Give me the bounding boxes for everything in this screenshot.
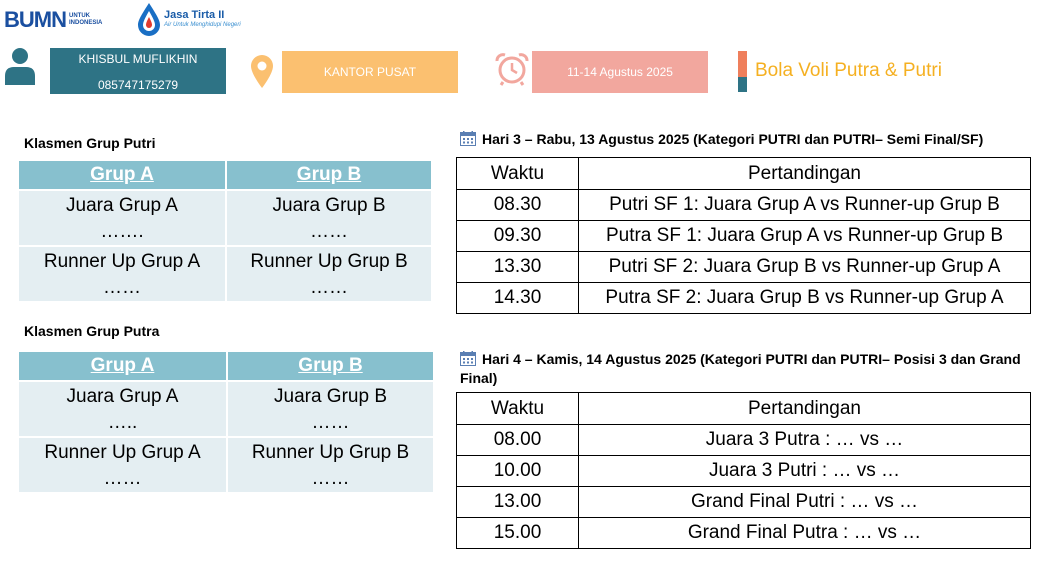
cell-label: Runner Up Grup A: [44, 442, 201, 463]
match-description: Putri SF 2: Juara Grup B vs Runner-up Gr…: [578, 251, 1031, 283]
match-time: 13.00: [456, 486, 579, 518]
match-header: Pertandingan: [578, 157, 1031, 190]
participant-name-box: KHISBUL MUFLIKHIN 085747175279: [50, 48, 226, 94]
standings-cell: Juara Grup A …….: [17, 189, 227, 247]
match-time: 08.30: [456, 189, 579, 221]
standings-header-row: Grup A Grup B: [17, 159, 433, 191]
match-time: 10.00: [456, 455, 579, 487]
water-drop-icon: [138, 3, 160, 36]
bumn-sub-line-2: INDONESIA: [69, 20, 103, 26]
match-time: 09.30: [456, 220, 579, 252]
office-label: KANTOR PUSAT: [323, 65, 417, 79]
cell-placeholder: ……: [103, 468, 142, 489]
day-3-title: Hari 3 – Rabu, 13 Agustus 2025 (Kategori…: [460, 130, 1050, 149]
schedule-row: 13.30 Putri SF 2: Juara Grup B vs Runner-…: [456, 251, 1031, 283]
cell-label: Juara Grup B: [274, 386, 387, 407]
calendar-icon: [460, 131, 476, 146]
cell-label: Juara Grup A: [66, 386, 179, 407]
match-description: Grand Final Putri : … vs …: [578, 486, 1031, 518]
bumn-logo: BUMN UNTUK INDONESIA: [4, 6, 102, 34]
schedule-header-row: Waktu Pertandingan: [456, 157, 1031, 190]
day-4-title-text: Hari 4 – Kamis, 14 Agustus 2025 (Kategor…: [460, 351, 1021, 386]
standings-putra-title: Klasmen Grup Putra: [24, 323, 160, 339]
calendar-icon: [460, 351, 476, 366]
jasa-tirta-title: Jasa Tirta II: [164, 9, 225, 21]
group-b-header: Grup B: [225, 159, 433, 191]
accent-stripe-top: [738, 51, 747, 77]
match-description: Juara 3 Putri : … vs …: [578, 455, 1031, 487]
cell-label: Runner Up Grup B: [251, 442, 410, 463]
office-box: KANTOR PUSAT: [282, 51, 458, 93]
cell-label: Juara Grup B: [272, 195, 386, 216]
standings-row: Runner Up Grup A …… Runner Up Grup B ……: [17, 245, 433, 303]
schedule-header-row: Waktu Pertandingan: [456, 392, 1031, 425]
standings-putri-table: Grup A Grup B Juara Grup A ……. Juara Grup…: [17, 159, 433, 303]
match-description: Putri SF 1: Juara Grup A vs Runner-up Gr…: [578, 189, 1031, 221]
location-pin-icon: [251, 55, 273, 88]
cell-label: Juara Grup A: [66, 195, 178, 216]
match-description: Putra SF 1: Juara Grup A vs Runner-up Gr…: [578, 220, 1031, 252]
schedule-row: 13.00 Grand Final Putri : … vs …: [456, 486, 1031, 518]
person-icon: [5, 48, 35, 85]
group-a-header: Grup A: [17, 159, 227, 191]
group-b-header: Grup B: [226, 350, 435, 382]
alarm-clock-icon: [495, 53, 529, 86]
schedule-row: 10.00 Juara 3 Putri : … vs …: [456, 455, 1031, 487]
standings-putri-title: Klasmen Grup Putri: [24, 135, 156, 151]
bumn-logo-text: BUMN: [4, 7, 67, 32]
schedule-row: 15.00 Grand Final Putra : … vs …: [456, 517, 1031, 549]
jasa-tirta-logo: Jasa Tirta II Air Untuk Menghidupi Neger…: [136, 2, 241, 36]
event-dates-box: 11-14 Agustus 2025: [532, 51, 708, 93]
day-3-schedule-table: Waktu Pertandingan 08.30 Putri SF 1: Juar…: [456, 157, 1031, 314]
group-a-header: Grup A: [17, 350, 228, 382]
participant-name: KHISBUL MUFLIKHIN: [78, 52, 198, 66]
standings-putra-table: Grup A Grup B Juara Grup A ….. Juara Grup…: [17, 350, 435, 494]
cell-placeholder: …….: [100, 221, 144, 242]
cell-placeholder: ……: [103, 277, 141, 298]
cell-placeholder: ……: [310, 277, 348, 298]
match-time: 13.30: [456, 251, 579, 283]
standings-row: Juara Grup A ……. Juara Grup B ……: [17, 189, 433, 247]
standings-cell: Juara Grup B ……: [226, 380, 435, 438]
bumn-sub-line-1: UNTUK: [69, 13, 90, 19]
match-time: 15.00: [456, 517, 579, 549]
standings-cell: Runner Up Grup B ……: [226, 436, 435, 494]
time-header: Waktu: [456, 392, 579, 425]
sport-title: Bola Voli Putra & Putri: [755, 60, 942, 81]
match-description: Grand Final Putra : … vs …: [578, 517, 1031, 549]
accent-stripe-bottom: [738, 77, 747, 92]
cell-label: Runner Up Grup B: [250, 251, 408, 272]
cell-placeholder: ……: [310, 221, 348, 242]
day-4-schedule-table: Waktu Pertandingan 08.00 Juara 3 Putra : …: [456, 392, 1031, 549]
schedule-row: 09.30 Putra SF 1: Juara Grup A vs Runner-…: [456, 220, 1031, 252]
standings-header-row: Grup A Grup B: [17, 350, 435, 382]
match-description: Juara 3 Putra : … vs …: [578, 424, 1031, 456]
match-time: 14.30: [456, 282, 579, 314]
cell-label: Runner Up Grup A: [43, 251, 201, 272]
standings-cell: Juara Grup B ……: [225, 189, 433, 247]
standings-cell: Runner Up Grup A ……: [17, 436, 228, 494]
time-header: Waktu: [456, 157, 579, 190]
schedule-row: 08.30 Putri SF 1: Juara Grup A vs Runner-…: [456, 189, 1031, 221]
participant-phone: 085747175279: [97, 78, 179, 92]
day-4-title: Hari 4 – Kamis, 14 Agustus 2025 (Kategor…: [460, 350, 1050, 388]
match-header: Pertandingan: [578, 392, 1031, 425]
schedule-row: 14.30 Putra SF 2: Juara Grup B vs Runner-…: [456, 282, 1031, 314]
jasa-tirta-tagline: Air Untuk Menghidupi Negeri: [164, 22, 241, 28]
standings-row: Juara Grup A ….. Juara Grup B ……: [17, 380, 435, 438]
day-3-title-text: Hari 3 – Rabu, 13 Agustus 2025 (Kategori…: [482, 131, 984, 147]
standings-row: Runner Up Grup A …… Runner Up Grup B ……: [17, 436, 435, 494]
standings-cell: Juara Grup A …..: [17, 380, 228, 438]
bumn-logo-subtitle: UNTUK INDONESIA: [69, 13, 102, 27]
cell-placeholder: …..: [107, 412, 138, 433]
schedule-row: 08.00 Juara 3 Putra : … vs …: [456, 424, 1031, 456]
event-dates: 11-14 Agustus 2025: [567, 65, 673, 79]
cell-placeholder: ……: [311, 412, 350, 433]
match-time: 08.00: [456, 424, 579, 456]
cell-placeholder: ……: [311, 468, 350, 489]
standings-cell: Runner Up Grup B ……: [225, 245, 433, 303]
standings-cell: Runner Up Grup A ……: [17, 245, 227, 303]
match-description: Putra SF 2: Juara Grup B vs Runner-up Gr…: [578, 282, 1031, 314]
